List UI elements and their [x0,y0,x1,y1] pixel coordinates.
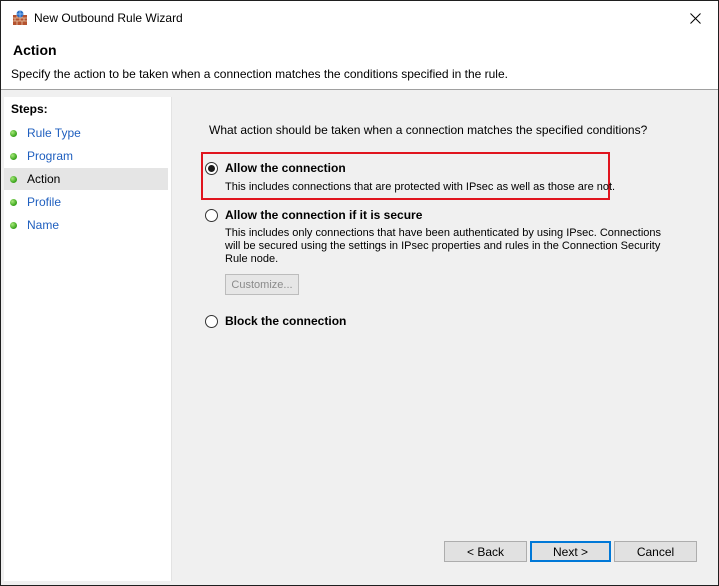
description-line: Rule node. [225,253,279,265]
window-title: New Outbound Rule Wizard [34,11,183,25]
step-label: Program [27,149,74,163]
step-label: Rule Type [27,126,81,140]
step-action[interactable]: Action [4,168,168,190]
block-connection-radio[interactable] [205,315,218,328]
close-button[interactable] [672,1,718,35]
allow-secure-radio[interactable] [205,209,218,222]
action-content: What action should be taken when a conne… [173,97,717,581]
title-bar: New Outbound Rule Wizard [1,1,718,35]
steps-heading: Steps: [11,102,48,116]
step-complete-icon [10,198,17,206]
step-complete-icon [10,152,17,160]
cancel-button[interactable]: Cancel [614,541,697,562]
step-profile[interactable]: Profile [4,191,168,213]
block-connection-label[interactable]: Block the connection [225,314,346,328]
step-program[interactable]: Program [4,145,168,167]
action-question: What action should be taken when a conne… [209,123,648,137]
step-current-icon [10,175,17,183]
steps-panel: Steps: Rule Type Program Action Profile … [4,97,172,581]
customize-button: Customize... [225,274,299,295]
firewall-shield-icon [13,10,27,25]
step-complete-icon [10,129,17,137]
step-label: Name [27,218,60,232]
wizard-window: New Outbound Rule Wizard Action Specify … [0,0,719,586]
allow-connection-description: This includes connections that are prote… [225,181,616,193]
next-button[interactable]: Next > [530,541,611,562]
step-rule-type[interactable]: Rule Type [4,122,168,144]
step-complete-icon [10,221,17,229]
page-title: Action [13,42,57,58]
step-label: Action [27,172,61,186]
page-description: Specify the action to be taken when a co… [11,67,508,81]
allow-connection-label[interactable]: Allow the connection [225,161,346,175]
allow-secure-label[interactable]: Allow the connection if it is secure [225,208,422,222]
step-name[interactable]: Name [4,214,168,236]
allow-secure-description: This includes only connections that have… [225,227,661,266]
description-line: will be secured using the settings in IP… [225,240,661,252]
allow-connection-radio[interactable] [205,162,218,175]
description-line: This includes only connections that have… [225,227,661,239]
close-icon [689,12,701,24]
header-divider [1,89,718,97]
back-button[interactable]: < Back [444,541,527,562]
step-label: Profile [27,195,62,209]
page-header: Action Specify the action to be taken wh… [1,35,718,89]
